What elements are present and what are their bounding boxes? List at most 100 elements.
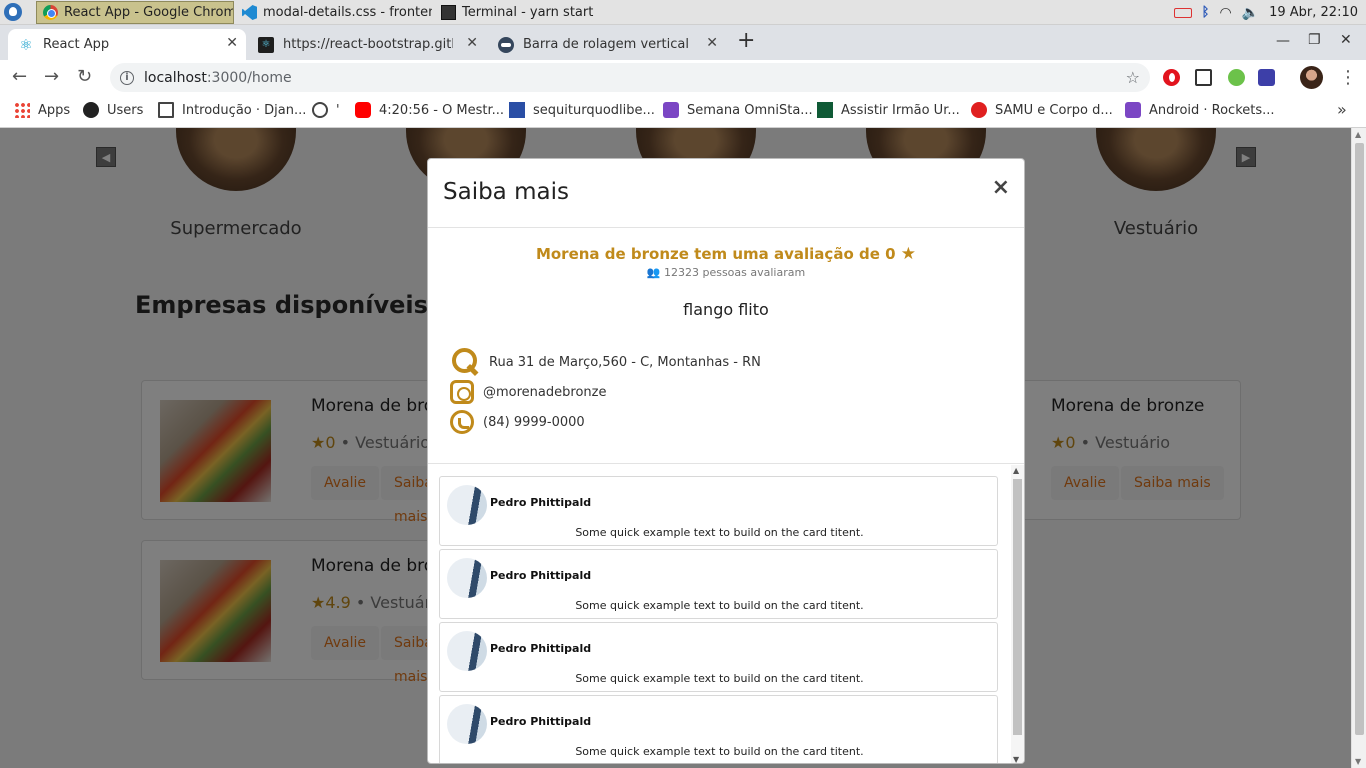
book-icon [158,102,174,118]
url-path: :3000/home [206,69,292,86]
clock[interactable]: 19 Abr, 22:10 [1269,5,1358,20]
whatsapp-icon [450,410,474,434]
monitor-extension-icon[interactable] [1258,69,1275,86]
scrollbar-thumb[interactable] [1013,479,1022,735]
details-modal: Saiba mais × Morena de bronze tem uma av… [427,158,1025,764]
bookmark-apps[interactable]: Apps [14,102,70,118]
close-window-icon[interactable]: ✕ [1340,32,1352,48]
phone-row: (84) 9999-0000 [450,410,585,434]
address-bar[interactable]: i localhost:3000/home ☆ [110,63,1150,92]
scroll-down-icon[interactable]: ▼ [1013,755,1019,763]
rocketseat-icon [663,102,679,118]
bookmark-label: Apps [38,102,71,118]
new-tab-icon[interactable]: + [737,30,755,52]
bookmark-django[interactable]: Introdução · Djan... [158,102,306,118]
bookmark-label: SAMU e Corpo d... [995,102,1113,118]
reviews-list[interactable]: Pedro Phittipald Some quick example text… [428,465,1024,763]
review-card: Pedro Phittipald Some quick example text… [439,695,998,763]
bookmark-omnistack[interactable]: Semana OmniSta... [663,102,813,118]
browser-tab-react-bootstrap[interactable]: ⚛ https://react-bootstrap.githu ✕ [248,29,486,60]
reviews-scrollbar[interactable]: ▲ ▼ [1011,465,1024,763]
address-row: Rua 31 de Março,560 - C, Montanhas - RN [450,347,761,377]
youtube-icon [355,102,371,118]
page-scrollbar[interactable]: ▲ ▼ [1351,128,1366,768]
samu-icon [971,102,987,118]
instagram-text[interactable]: @morenadebronze [483,385,606,400]
reviewer-name: Pedro Phittipald [490,569,592,582]
browser-toolbar: ← → ↻ i localhost:3000/home ☆ ⋮ [0,60,1366,95]
profile-avatar[interactable] [1300,66,1323,89]
bookmark-label: Introdução · Djan... [182,102,307,118]
terminal-icon [441,5,456,20]
taskbar-task-vscode[interactable]: modal-details.css - fronten... [236,1,432,24]
rating-headline: Morena de bronze tem uma avaliação de 0 … [428,244,1024,264]
bookmark-label: sequiturquodlibe... [533,102,655,118]
taskbar-task-terminal[interactable]: Terminal - yarn start [435,1,595,24]
avatar [447,558,487,598]
scrollbar-thumb[interactable] [1355,143,1364,735]
reload-icon[interactable]: ↻ [77,66,92,87]
battery-icon[interactable] [1173,7,1192,18]
close-tab-icon[interactable]: ✕ [226,35,238,51]
chrome-menu-icon[interactable]: ⋮ [1339,67,1357,88]
volume-icon[interactable]: 🔈 [1242,5,1259,21]
info-icon[interactable]: i [120,70,134,85]
close-tab-icon[interactable]: ✕ [466,35,478,51]
scroll-up-icon[interactable]: ▲ [1013,466,1019,475]
bookmarks-bar: Apps Users Introdução · Djan... ' 4:20:5… [0,95,1366,128]
site-icon [817,102,833,118]
minimize-icon[interactable]: — [1276,33,1290,49]
bookmark-youtube[interactable]: 4:20:56 - O Mestr... [355,102,504,118]
opera-extension-icon[interactable] [1163,69,1180,86]
reviewer-name: Pedro Phittipald [490,715,592,728]
globe-icon [312,102,328,118]
react-bootstrap-icon: ⚛ [258,36,274,53]
users-icon: 👥 [646,266,661,279]
bluetooth-icon[interactable]: ᛒ [1202,5,1210,20]
taskbar-task-label: React App - Google Chrome [64,5,234,20]
rating-count: 👥 12323 pessoas avaliaram [428,266,1024,279]
os-menu-icon[interactable] [4,3,22,21]
taskbar-task-chrome[interactable]: React App - Google Chrome [36,1,234,24]
tab-title: Barra de rolagem vertical nao [523,37,693,52]
bookmark-users[interactable]: Users [83,102,143,118]
wifi-icon[interactable]: ◠ [1219,5,1231,21]
close-icon[interactable]: × [992,175,1010,200]
phone-text[interactable]: (84) 9999-0000 [483,415,585,430]
react-icon: ⚛ [19,35,33,54]
bookmark-label: 4:20:56 - O Mestr... [379,102,505,118]
avatar [447,631,487,671]
scroll-down-icon[interactable]: ▼ [1355,757,1361,766]
bookmark-label: Assistir Irmão Ur... [841,102,960,118]
browser-tab-stackoverflow[interactable]: Barra de rolagem vertical nao ✕ [488,29,726,60]
restore-icon[interactable]: ❐ [1308,32,1321,48]
back-icon[interactable]: ← [12,66,27,87]
github-icon [83,102,99,118]
apps-grid-icon [14,102,30,118]
scroll-up-icon[interactable]: ▲ [1355,130,1361,139]
close-tab-icon[interactable]: ✕ [706,35,718,51]
browser-tab-react-app[interactable]: ⚛ React App ✕ [8,29,246,60]
bookmark-android[interactable]: Android · Rockets... [1125,102,1275,118]
modal-header: Saiba mais × [428,159,1024,228]
bookmark-star-icon[interactable]: ☆ [1126,68,1140,87]
bookmark-globe[interactable]: ' [312,102,340,118]
divider [428,463,1024,464]
taskbar-task-label: Terminal - yarn start [462,5,594,20]
avatar [447,485,487,525]
bookmark-sequitur[interactable]: sequiturquodlibe... [509,102,655,118]
bookmark-samu[interactable]: SAMU e Corpo d... [971,102,1113,118]
bookmark-irmao[interactable]: Assistir Irmão Ur... [817,102,960,118]
review-card: Pedro Phittipald Some quick example text… [439,476,998,546]
star-icon: ★ [900,244,917,264]
node-extension-icon[interactable] [1228,69,1245,86]
rating-count-text: 12323 pessoas avaliaram [663,266,806,279]
system-tray: ᛒ ◠ 🔈 19 Abr, 22:10 [1173,0,1358,25]
modal-title: Saiba mais [443,179,569,205]
os-taskbar: React App - Google Chrome modal-details.… [0,0,1366,25]
screen-capture-extension-icon[interactable] [1195,69,1212,86]
forward-icon[interactable]: → [44,66,59,87]
more-bookmarks-icon[interactable]: » [1337,100,1347,119]
bookmark-label: ' [336,102,340,118]
site-icon [509,102,525,118]
